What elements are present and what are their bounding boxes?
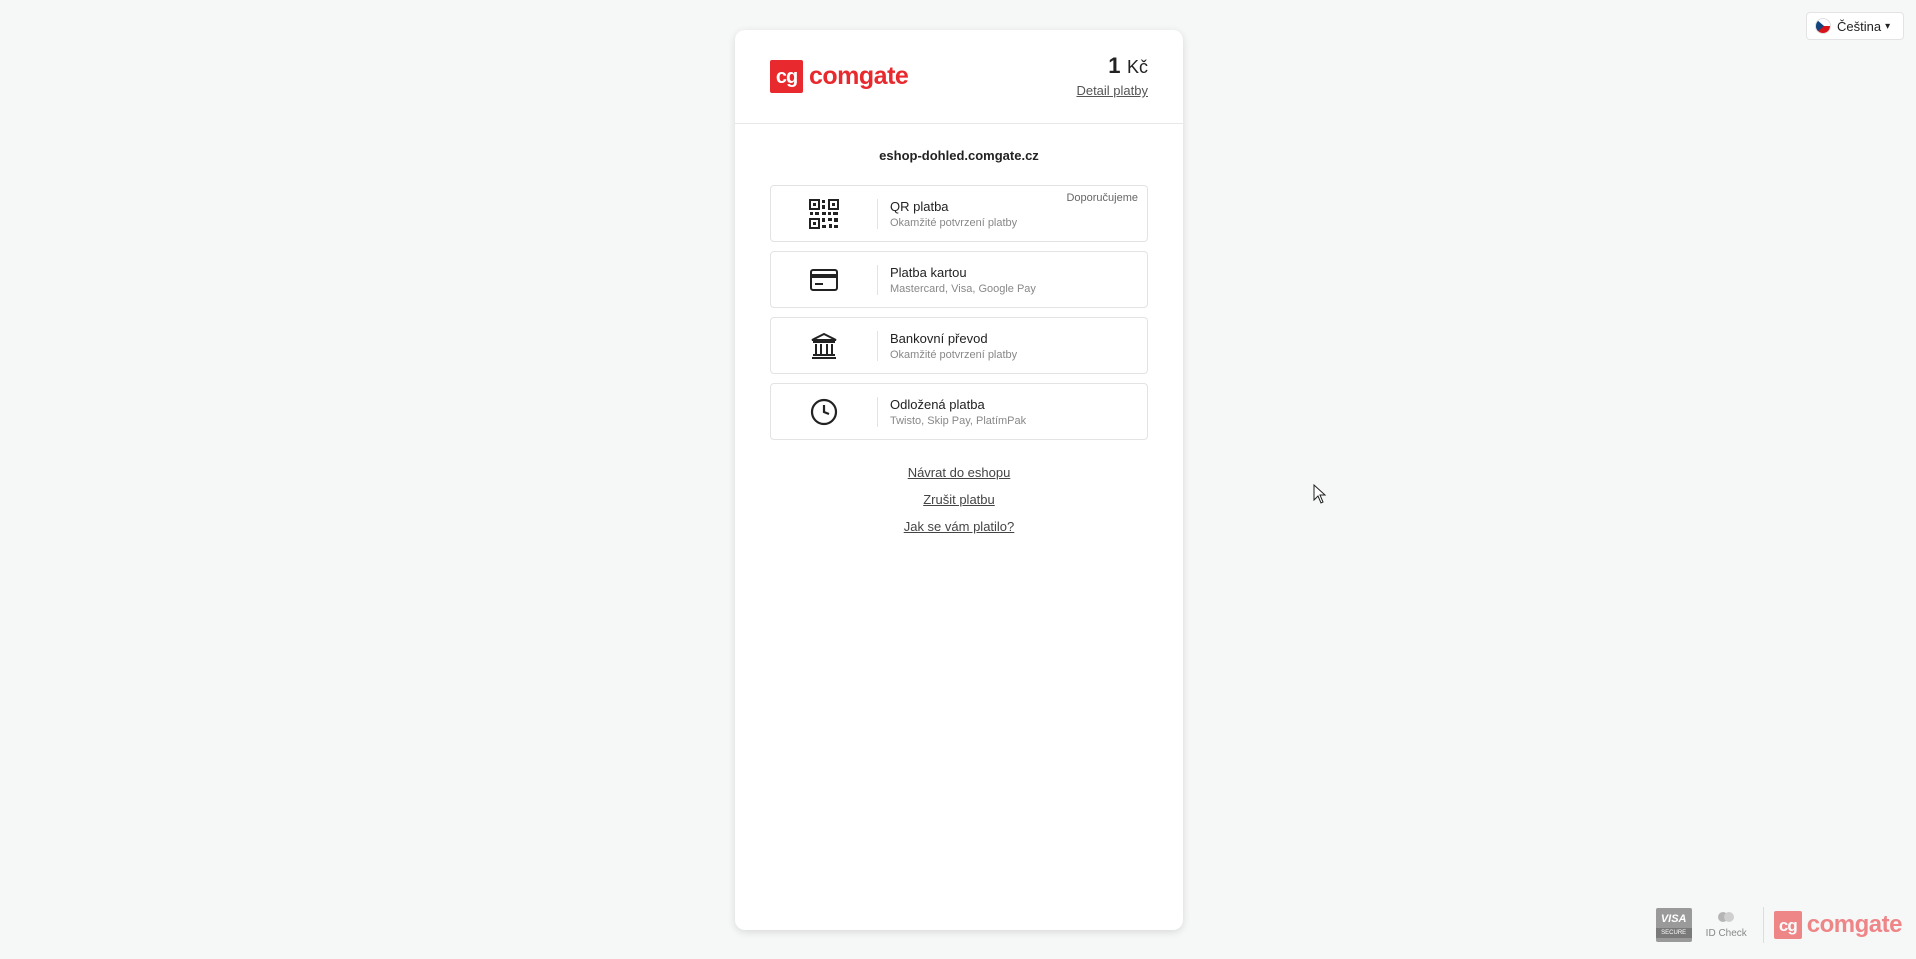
visa-text: VISA — [1660, 912, 1687, 925]
amount-currency: Kč — [1126, 57, 1148, 77]
logo-mark: cg — [770, 60, 803, 93]
amount: 1 Kč — [1076, 53, 1148, 79]
method-subtitle: Mastercard, Visa, Google Pay — [890, 282, 1036, 295]
mouse-cursor-icon — [1313, 483, 1327, 509]
method-deferred-payment[interactable]: Odložená platba Twisto, Skip Pay, Platím… — [770, 383, 1148, 440]
amount-value: 1 — [1108, 53, 1121, 78]
comgate-logo: cg comgate — [770, 60, 909, 93]
mastercard-id-check-logo: ID Check — [1705, 911, 1747, 939]
back-to-shop-link[interactable]: Návrat do eshopu — [735, 465, 1183, 480]
visa-secure-logo: VISA SECURE — [1655, 908, 1692, 942]
method-subtitle: Okamžité potvrzení platby — [890, 216, 1018, 229]
language-label: Čeština — [1837, 18, 1882, 34]
credit-card-icon — [771, 252, 877, 307]
method-title: QR platba — [890, 198, 949, 214]
footer-logo-text: comgate — [1806, 911, 1903, 938]
payment-methods: QR platba Okamžité potvrzení platby Dopo… — [770, 185, 1148, 440]
qr-code-icon — [771, 186, 877, 241]
method-title: Odložená platba — [890, 396, 985, 412]
method-card-payment[interactable]: Platba kartou Mastercard, Visa, Google P… — [770, 251, 1148, 308]
language-selector[interactable]: Čeština ▾ — [1806, 12, 1904, 40]
method-title: Bankovní převod — [890, 330, 988, 346]
amount-block: 1 Kč Detail platby — [1076, 53, 1148, 100]
bank-icon — [771, 318, 877, 373]
czech-flag-icon — [1815, 18, 1831, 34]
visa-secure-text: SECURE — [1655, 927, 1692, 938]
footer-logo-mark: cg — [1773, 911, 1802, 939]
method-qr-payment[interactable]: QR platba Okamžité potvrzení platby Dopo… — [770, 185, 1148, 242]
id-check-text: ID Check — [1705, 927, 1747, 939]
footer-badges: VISA SECURE ID Check cg comgate — [1655, 905, 1903, 945]
clock-icon — [771, 384, 877, 439]
payment-detail-link[interactable]: Detail platby — [1076, 83, 1148, 98]
method-text: Bankovní převod Okamžité potvrzení platb… — [878, 331, 1017, 361]
method-bank-transfer[interactable]: Bankovní převod Okamžité potvrzení platb… — [770, 317, 1148, 374]
card-links: Návrat do eshopu Zrušit platbu Jak se vá… — [735, 465, 1183, 534]
merchant-name: eshop-dohled.comgate.cz — [879, 148, 1039, 163]
recommended-badge: Doporučujeme — [1066, 192, 1138, 204]
chevron-down-icon: ▾ — [1885, 20, 1891, 32]
method-text: Odložená platba Twisto, Skip Pay, Platím… — [878, 397, 1026, 427]
mastercard-icon — [1718, 911, 1735, 922]
cancel-payment-link[interactable]: Zrušit platbu — [735, 492, 1183, 507]
payment-card: cg comgate 1 Kč Detail platby eshop-dohl… — [735, 30, 1183, 930]
method-subtitle: Twisto, Skip Pay, PlatímPak — [890, 414, 1027, 427]
card-header: cg comgate 1 Kč Detail platby — [735, 30, 1183, 124]
method-subtitle: Okamžité potvrzení platby — [890, 348, 1018, 361]
footer-comgate-logo: cg comgate — [1773, 911, 1903, 939]
feedback-link[interactable]: Jak se vám platilo? — [735, 519, 1183, 534]
method-text: Platba kartou Mastercard, Visa, Google P… — [878, 265, 1036, 295]
footer-divider — [1762, 907, 1764, 943]
method-text: QR platba Okamžité potvrzení platby — [878, 199, 1017, 229]
method-title: Platba kartou — [890, 264, 967, 280]
logo-text: comgate — [809, 62, 909, 90]
